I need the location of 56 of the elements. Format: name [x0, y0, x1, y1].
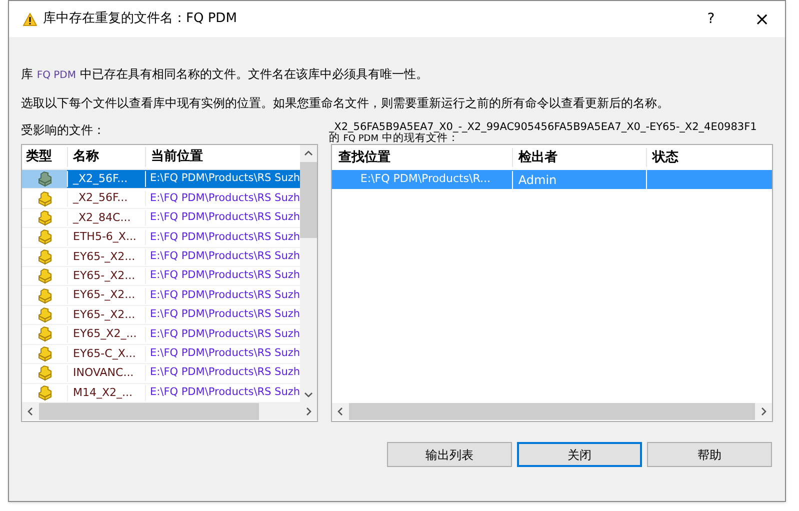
horizontal-scrollbar[interactable] — [22, 403, 318, 420]
file-name-cell: EY65-C_X... — [67, 346, 145, 362]
part-icon — [36, 190, 52, 207]
instruction-text: 选取以下每个文件以查看库中现有实例的位置。如果您重命名文件，则需要重新运行之前的所有命令以查看更新后的名称。 — [21, 97, 670, 110]
help-button[interactable]: ? — [691, 4, 731, 34]
column-header[interactable]: 状态 — [646, 148, 772, 168]
file-row[interactable]: _X2_84C... E:\FQ PDM\Products\RS Suzh — [22, 208, 300, 228]
column-header[interactable]: 查找位置 — [332, 148, 512, 168]
file-name-cell: INOVANC... — [67, 365, 145, 382]
file-name-cell: EY65-_X2... — [67, 306, 145, 324]
affected-files-label: 受影响的文件： — [21, 122, 106, 139]
part-icon — [36, 288, 52, 304]
file-row[interactable]: INOVANC... E:\FQ PDM\Products\RS Suzh — [22, 364, 300, 384]
column-header[interactable]: 检出者 — [512, 148, 646, 168]
part-icon — [36, 229, 52, 246]
part-icon — [36, 384, 52, 401]
file-name-cell: EY65_X2_... — [67, 326, 145, 343]
file-row[interactable]: EY65-_X2... E:\FQ PDM\Products\RS Suzh — [22, 248, 300, 268]
part-icon — [36, 268, 52, 284]
window-title: 库中存在重复的文件名：FQ PDM — [43, 10, 237, 28]
file-row[interactable]: EY65-_X2... E:\FQ PDM\Products\RS Suzh — [22, 267, 300, 286]
file-name-cell: M14_X2_... — [67, 384, 145, 401]
vertical-scrollbar[interactable] — [300, 145, 318, 403]
file-name-cell: _X2_84C... — [67, 210, 145, 226]
dialog-button[interactable]: 关闭 — [517, 442, 642, 467]
part-icon — [36, 326, 52, 342]
file-row[interactable]: EY65_X2_... E:\FQ PDM\Products\RS Suzh — [22, 325, 300, 345]
existing-file-label: _X2_56FA5B9A5EA7_X0_-_X2_99AC905456FA5B9A5EA7_X0_-EY65-_X2_4E0983F1 的 FQ PDM 中的现有文件： — [328, 122, 758, 144]
file-name-cell: _X2_56F... — [67, 170, 145, 188]
warning-icon — [23, 12, 37, 26]
file-row[interactable]: ETH5-6_X... E:\FQ PDM\Products\RS Suzh — [22, 228, 300, 248]
column-header[interactable]: 名称 — [67, 147, 145, 167]
location-cell-text: E:\FQ PDM\Products\R... — [359, 171, 492, 188]
column-header[interactable]: 类型 — [22, 147, 67, 167]
file-row[interactable]: EY65-_X2... E:\FQ PDM\Products\RS Suzh — [22, 306, 300, 326]
file-name-cell: EY65-_X2... — [67, 248, 145, 266]
file-name-cell: EY65-_X2... — [67, 287, 145, 304]
close-button[interactable]: × — [739, 4, 785, 34]
file-row[interactable]: EY65-C_X... E:\FQ PDM\Products\RS Suzh — [22, 344, 300, 364]
part-icon — [36, 346, 52, 362]
dialog-button[interactable]: 输出列表 — [387, 442, 512, 467]
message-text: 库 FQ PDM 中已存在具有相同名称的文件。文件名在该库中必须具有唯一性。 — [21, 66, 429, 83]
part-icon — [36, 210, 52, 226]
file-name-cell: EY65-_X2... — [67, 268, 145, 284]
checked-out-by-cell: Admin — [512, 170, 646, 188]
file-row[interactable]: _X2_56F... E:\FQ PDM\Products\RS Suzh — [22, 189, 300, 209]
part-icon — [36, 171, 52, 188]
file-row[interactable]: EY65-_X2... E:\FQ PDM\Products\RS Suzh — [22, 286, 300, 306]
horizontal-scrollbar[interactable] — [332, 403, 772, 420]
file-name-cell: ETH5-6_X... — [67, 229, 145, 246]
file-row[interactable]: _X2_56F... E:\FQ PDM\Products\RS Suzh — [22, 170, 300, 190]
part-icon — [36, 307, 52, 324]
part-icon — [36, 365, 52, 382]
file-name-cell: _X2_56F... — [67, 190, 145, 207]
dialog-button[interactable]: 帮助 — [647, 442, 772, 467]
part-icon — [36, 248, 52, 265]
